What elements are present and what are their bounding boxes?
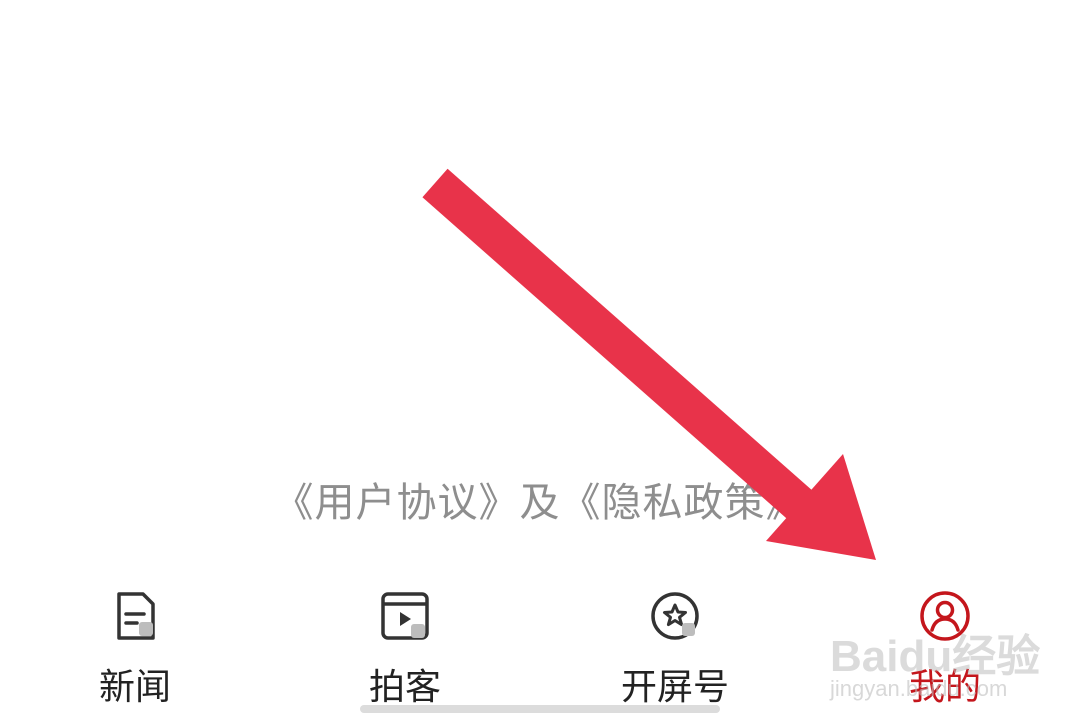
tab-mine-label: 我的 bbox=[908, 667, 981, 708]
video-play-icon bbox=[305, 586, 505, 646]
bottom-tab-bar: 新闻 拍客 开屏号 我的 bbox=[0, 580, 1080, 715]
tab-paike[interactable]: 拍客 bbox=[305, 580, 505, 708]
agreement-connector: 及 bbox=[519, 480, 561, 526]
privacy-policy-link[interactable]: 《隐私政策》 bbox=[561, 480, 807, 526]
tab-kaipinghao-label: 开屏号 bbox=[620, 667, 729, 708]
star-circle-icon bbox=[575, 586, 775, 646]
home-indicator[interactable] bbox=[360, 705, 720, 713]
tab-paike-label: 拍客 bbox=[368, 667, 441, 708]
news-document-icon bbox=[35, 586, 235, 646]
tab-news-label: 新闻 bbox=[98, 667, 171, 708]
tab-news[interactable]: 新闻 bbox=[35, 580, 235, 708]
tab-kaipinghao[interactable]: 开屏号 bbox=[575, 580, 775, 708]
tab-mine[interactable]: 我的 bbox=[845, 580, 1045, 708]
user-agreement-link[interactable]: 《用户协议》 bbox=[274, 480, 520, 526]
agreement-text: 《用户协议》及《隐私政策》 bbox=[0, 470, 1080, 528]
user-profile-icon bbox=[845, 586, 1045, 646]
